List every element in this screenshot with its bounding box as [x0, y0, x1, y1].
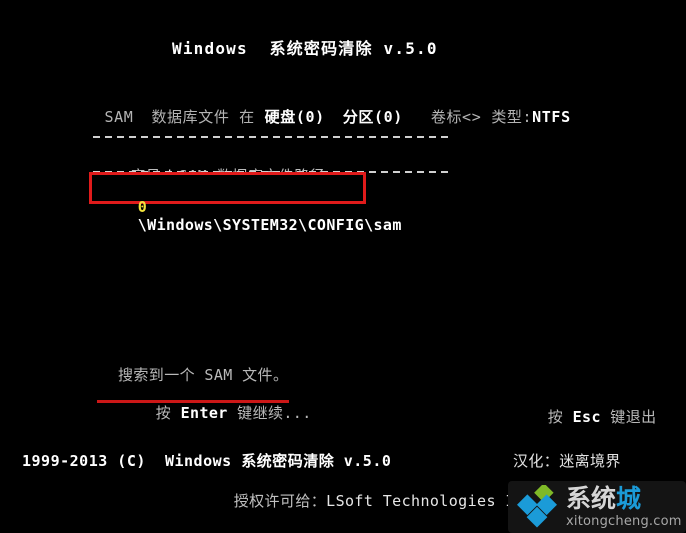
info-database-file-label: 数据库文件 在	[151, 108, 255, 126]
footer-copyright: 1999-2013 (C) Windows 系统密码清除 v.5.0	[22, 452, 392, 470]
watermark-brand-main: 系统	[566, 484, 617, 513]
info-disk-value: 硬盘(0)	[264, 108, 325, 126]
xitongcheng-logo-icon	[517, 485, 557, 528]
enter-key-label: Enter	[180, 404, 228, 422]
esc-key-label: Esc	[572, 408, 601, 426]
esc-suffix: 键退出	[600, 408, 657, 426]
continue-suffix: 键继续...	[227, 404, 312, 422]
row-index: 0	[137, 198, 148, 216]
watermark-brand-name: 系统城	[566, 486, 682, 511]
info-partition-value: 分区(0)	[342, 108, 403, 126]
password-reset-console-screen: Windows 系统密码清除 v.5.0 SAM 数据库文件 在硬盘(0) 分区(0…	[0, 0, 686, 533]
table-row[interactable]: 0 \Windows\SYSTEM32\CONFIG\sam	[100, 180, 402, 252]
footer-translation-credit: 汉化：迷离境界	[513, 452, 621, 470]
status-underline	[97, 400, 289, 403]
footer-license: 授权许可给：LSoft Technologies Inc	[196, 472, 534, 529]
watermark-brand-accent: 城	[616, 484, 642, 513]
license-label: 授权许可给：	[233, 492, 327, 510]
watermark-text-block: 系统城 xitongcheng.com	[566, 486, 682, 528]
status-message-found: 搜索到一个 SAM 文件。	[118, 366, 289, 384]
row-sam-path: \Windows\SYSTEM32\CONFIG\sam	[137, 216, 402, 234]
info-type-label: 类型:	[491, 108, 533, 126]
license-vendor: LSoft Technologies Inc	[326, 492, 534, 510]
site-watermark: 系统城 xitongcheng.com	[508, 481, 686, 533]
info-volume-label: 卷标<>	[430, 108, 482, 126]
table-top-divider	[93, 136, 448, 138]
esc-exit-hint: 按 Esc 键退出	[510, 388, 657, 445]
info-sam-label: SAM	[104, 108, 134, 126]
page-title: Windows 系统密码清除 v.5.0	[172, 39, 438, 58]
esc-prefix: 按	[547, 408, 573, 426]
status-message-continue: 按 Enter 键继续...	[118, 384, 312, 441]
watermark-domain: xitongcheng.com	[566, 514, 682, 529]
info-type-value: NTFS	[532, 108, 571, 126]
continue-prefix: 按	[155, 404, 181, 422]
